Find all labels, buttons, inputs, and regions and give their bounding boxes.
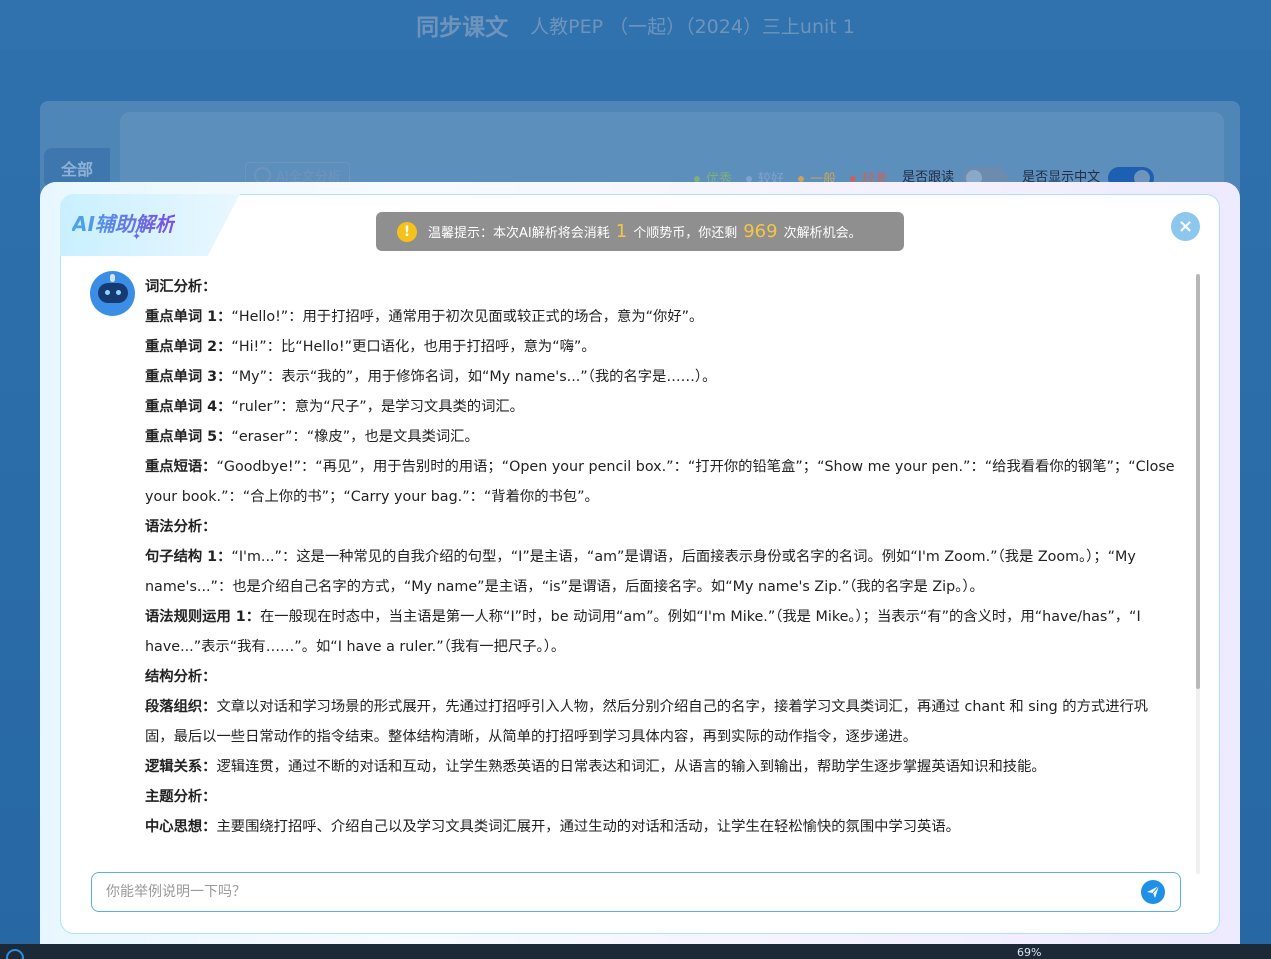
battery-percent: 69% xyxy=(1017,946,1042,959)
tip-suffix: 次解析机会。 xyxy=(783,226,862,241)
analysis-text: “My”：表示“我的”，用于修饰名词，如“My name's...”（我的名字是… xyxy=(231,369,717,385)
analysis-label: 语法分析： xyxy=(145,519,217,535)
analysis-paragraph: 重点短语：“Goodbye!”：“再见”，用于告别时的用语；“Open your… xyxy=(145,452,1175,512)
analysis-text: 在一般现在时态中，当主语是第一人称“I”时，be 动词用“am”。例如“I'm … xyxy=(145,609,1141,655)
close-button[interactable]: × xyxy=(1171,212,1200,241)
start-icon[interactable] xyxy=(6,949,24,959)
analysis-paragraph: 重点单词 3：“My”：表示“我的”，用于修饰名词，如“My name's...… xyxy=(145,362,1175,392)
os-taskbar: 69% xyxy=(0,944,1271,959)
ai-analysis-modal: AI辅助解析 ✦ ! 温馨提示：本次AI解析将会消耗 1 个顺势币，你还剩 96… xyxy=(40,182,1240,944)
analysis-label: 重点单词 4： xyxy=(145,399,232,415)
analysis-text: “Goodbye!”：“再见”，用于告别时的用语；“Open your penc… xyxy=(145,459,1175,505)
tip-cost: 1 xyxy=(615,221,628,242)
analysis-paragraph: 主题分析： xyxy=(145,782,1175,812)
analysis-label: 结构分析： xyxy=(145,669,217,685)
scrollbar-thumb[interactable] xyxy=(1196,274,1200,689)
analysis-label: 中心思想： xyxy=(145,819,217,835)
analysis-paragraph: 中心思想：主要围绕打招呼、介绍自己以及学习文具类词汇展开，通过生动的对话和活动，… xyxy=(145,812,1175,842)
analysis-text: “ruler”：意为“尺子”，是学习文具类的词汇。 xyxy=(231,399,524,415)
page-header: 同步课文 人教PEP （一起）（2024）三上unit 1 xyxy=(0,0,1271,50)
analysis-label: 段落组织： xyxy=(145,699,217,715)
ask-input[interactable] xyxy=(106,881,1126,903)
analysis-paragraph: 重点单词 5：“eraser”：“橡皮”，也是文具类词汇。 xyxy=(145,422,1175,452)
analysis-paragraph: 重点单词 1：“Hello!”：用于打招呼，通常用于初次见面或较正式的场合，意为… xyxy=(145,302,1175,332)
analysis-label: 主题分析： xyxy=(145,789,217,805)
analysis-text: “Hi!”：比“Hello!”更口语化，也用于打招呼，意为“嗨”。 xyxy=(231,339,596,355)
analysis-label: 词汇分析： xyxy=(145,279,217,295)
analysis-text: 主要围绕打招呼、介绍自己以及学习文具类词汇展开，通过生动的对话和活动，让学生在轻… xyxy=(216,819,960,835)
modal-title: AI辅助解析 xyxy=(72,208,175,237)
analysis-text: 逻辑连贯，通过不断的对话和互动，让学生熟悉英语的日常表达和词汇，从语言的输入到输… xyxy=(216,759,1046,775)
analysis-text: “eraser”：“橡皮”，也是文具类词汇。 xyxy=(231,429,479,445)
analysis-label: 逻辑关系： xyxy=(145,759,217,775)
send-icon xyxy=(1147,885,1160,898)
analysis-paragraph: 结构分析： xyxy=(145,662,1175,692)
close-icon: × xyxy=(1177,216,1194,237)
tip-middle: 个顺势币，你还剩 xyxy=(633,226,738,241)
analysis-paragraph: 重点单词 2：“Hi!”：比“Hello!”更口语化，也用于打招呼，意为“嗨”。 xyxy=(145,332,1175,362)
analysis-label: 重点短语： xyxy=(145,459,217,475)
analysis-label: 重点单词 3： xyxy=(145,369,232,385)
analysis-text: 文章以对话和学习场景的形式展开，先通过打招呼引入人物，然后分别介绍自己的名字，接… xyxy=(145,699,1149,745)
warning-icon: ! xyxy=(397,222,417,242)
robot-avatar-icon xyxy=(90,271,135,316)
analysis-paragraph: 语法规则运用 1：在一般现在时态中，当主语是第一人称“I”时，be 动词用“am… xyxy=(145,602,1175,662)
analysis-label: 语法规则运用 1： xyxy=(145,609,261,625)
analysis-paragraph: 语法分析： xyxy=(145,512,1175,542)
analysis-content: 词汇分析： 重点单词 1：“Hello!”：用于打招呼，通常用于初次见面或较正式的… xyxy=(145,272,1175,862)
cost-tip-banner: ! 温馨提示：本次AI解析将会消耗 1 个顺势币，你还剩 969 次解析机会。 xyxy=(376,212,904,251)
ask-input-box xyxy=(91,872,1181,912)
analysis-paragraph: 重点单词 4：“ruler”：意为“尺子”，是学习文具类的词汇。 xyxy=(145,392,1175,422)
analysis-paragraph: 逻辑关系：逻辑连贯，通过不断的对话和互动，让学生熟悉英语的日常表达和词汇，从语言… xyxy=(145,752,1175,782)
tip-remaining: 969 xyxy=(743,221,778,242)
analysis-label: 重点单词 1： xyxy=(145,309,232,325)
analysis-paragraph: 句子结构 1：“I'm...”：这是一种常见的自我介绍的句型，“I”是主语，“a… xyxy=(145,542,1175,602)
analysis-label: 句子结构 1： xyxy=(145,549,232,565)
analysis-label: 重点单词 2： xyxy=(145,339,232,355)
send-button[interactable] xyxy=(1141,880,1165,904)
analysis-text: “I'm...”：这是一种常见的自我介绍的句型，“I”是主语，“am”是谓语，后… xyxy=(145,549,1136,595)
analysis-paragraph: 词汇分析： xyxy=(145,272,1175,302)
page-subtitle: 人教PEP （一起）（2024）三上unit 1 xyxy=(530,15,855,38)
analysis-paragraph: 段落组织：文章以对话和学习场景的形式展开，先通过打招呼引入人物，然后分别介绍自己… xyxy=(145,692,1175,752)
analysis-label: 重点单词 5： xyxy=(145,429,232,445)
page-title: 同步课文 xyxy=(416,15,509,41)
analysis-text: “Hello!”：用于打招呼，通常用于初次见面或较正式的场合，意为“你好”。 xyxy=(231,309,704,325)
tip-prefix: 温馨提示：本次AI解析将会消耗 xyxy=(428,226,610,241)
sparkle-icon: ✦ xyxy=(132,230,142,243)
